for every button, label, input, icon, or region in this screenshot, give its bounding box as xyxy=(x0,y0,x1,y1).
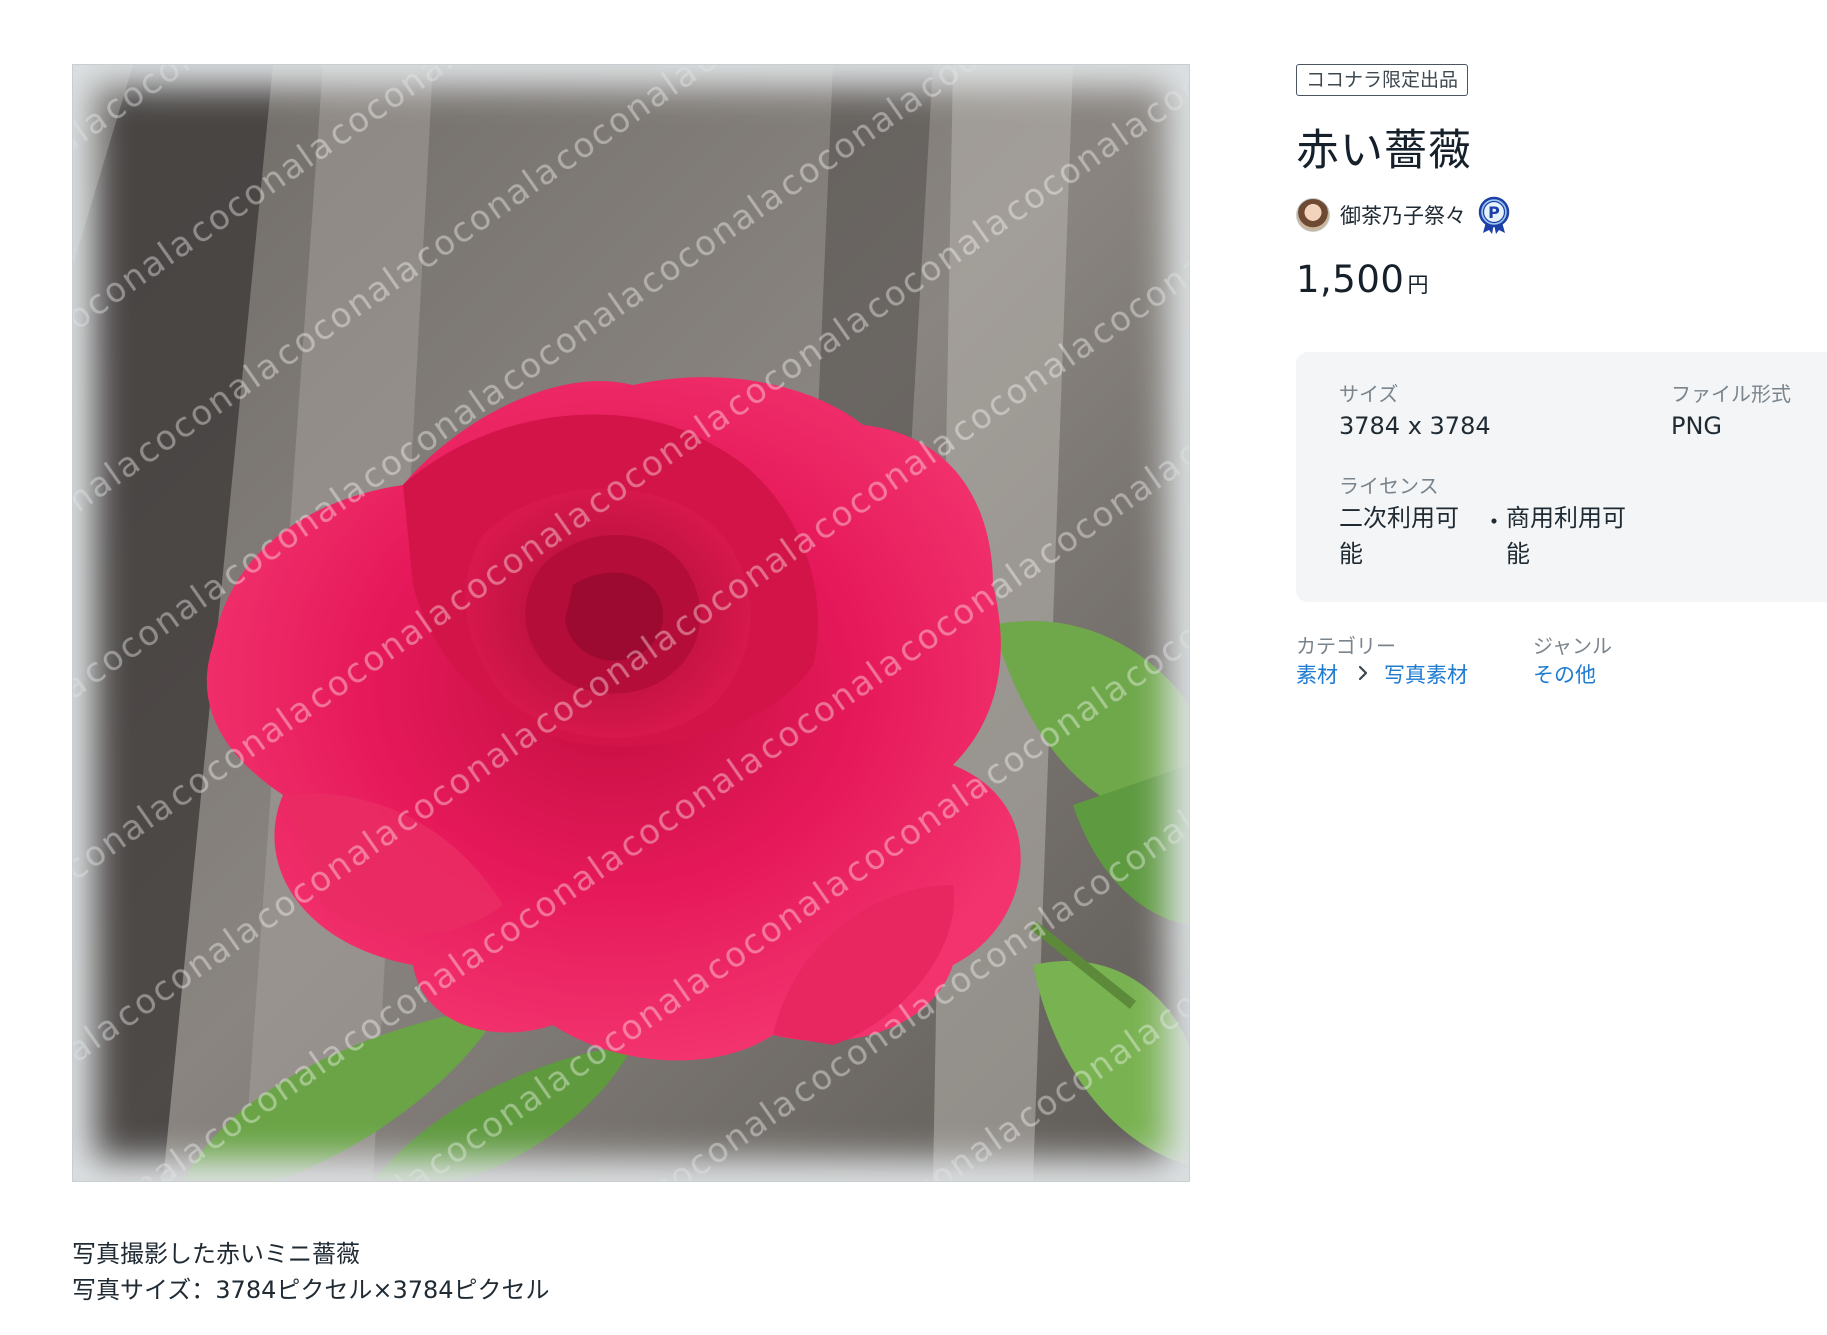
license-label: ライセンス xyxy=(1339,474,1439,498)
seller-info[interactable]: 御茶乃子祭々 P xyxy=(1296,196,1512,234)
price-unit: 円 xyxy=(1407,273,1429,297)
exclusive-badge: ココナラ限定出品 xyxy=(1296,64,1469,96)
format-label: ファイル形式 xyxy=(1671,382,1791,406)
license-secondary-use: 二次利用可能 xyxy=(1339,504,1459,568)
format-value: PNG xyxy=(1671,412,1723,440)
product-image[interactable]: coconala xyxy=(72,64,1190,1182)
platinum-rank-icon: P xyxy=(1478,196,1510,234)
genre-label: ジャンル xyxy=(1533,634,1612,658)
product-title: 赤い薔薇 xyxy=(1296,126,1472,176)
price: 1,500 円 xyxy=(1296,258,1428,301)
chevron-right-icon xyxy=(1358,665,1368,681)
category-link-photo-material[interactable]: 写真素材 xyxy=(1384,659,1468,689)
description-line: 写真撮影した赤いミニ薔薇 xyxy=(72,1240,360,1268)
category-link-material[interactable]: 素材 xyxy=(1296,659,1338,689)
product-description: 写真撮影した赤いミニ薔薇 写真サイズ：3784ピクセル×3784ピクセル xyxy=(72,1236,550,1308)
seller-name[interactable]: 御茶乃子祭々 xyxy=(1340,200,1466,230)
description-line: 写真サイズ：3784ピクセル×3784ピクセル xyxy=(72,1276,550,1304)
spec-panel: サイズ 3784 x 3784 ファイル形式 PNG ライセンス 二次利用可能 … xyxy=(1296,352,1827,602)
rose-photo: coconala xyxy=(73,65,1189,1181)
license-commercial-use: 商用利用可能 xyxy=(1506,504,1626,568)
license-separator: ・ xyxy=(1482,508,1506,536)
genre-link-other[interactable]: その他 xyxy=(1533,659,1596,689)
category-label: カテゴリー xyxy=(1296,634,1396,658)
seller-avatar[interactable] xyxy=(1296,198,1330,232)
price-value: 1,500 xyxy=(1296,258,1405,301)
size-label: サイズ xyxy=(1339,382,1399,406)
size-value: 3784 x 3784 xyxy=(1339,412,1491,440)
svg-text:P: P xyxy=(1488,203,1500,222)
